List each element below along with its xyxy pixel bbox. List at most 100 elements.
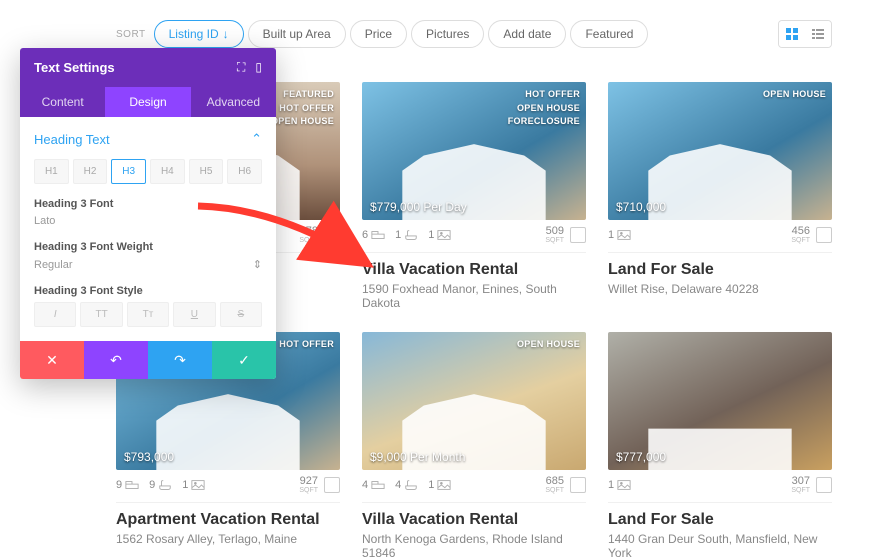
sort-option-price[interactable]: Price bbox=[350, 20, 407, 48]
sort-option-listing-id[interactable]: Listing ID↓ bbox=[154, 20, 244, 48]
font-style-row: I TT Tт U S bbox=[34, 302, 262, 327]
listing-address: 1440 Gran Deur South, Mansfield, New Yor… bbox=[608, 532, 832, 560]
listing-meta: 1 456SQFT bbox=[608, 220, 832, 253]
floorplan-icon[interactable] bbox=[570, 227, 586, 243]
text-settings-panel: Text Settings ⛶ ▯ Content Design Advance… bbox=[20, 48, 276, 379]
style-strike[interactable]: S bbox=[220, 302, 262, 327]
updown-icon: ⇕ bbox=[253, 258, 262, 271]
listing-address: 1562 Rosary Alley, Terlago, Maine bbox=[116, 532, 340, 546]
listing-photo[interactable]: OPEN HOUSE $9,000 Per Month bbox=[362, 332, 586, 470]
beds-meta: 6 bbox=[362, 229, 385, 241]
listing-badge: HOT OFFER bbox=[279, 338, 334, 352]
sqft-value: 685SQFT bbox=[545, 476, 564, 494]
listing-badge: OPEN HOUSE bbox=[271, 115, 334, 129]
listing-title[interactable]: Villa Vacation Rental bbox=[362, 261, 586, 279]
listing-price: $710,000 bbox=[616, 200, 666, 214]
listing-card[interactable]: OPEN HOUSE $710,000 1 456SQFT Land For S… bbox=[608, 82, 832, 310]
style-uppercase[interactable]: TT bbox=[80, 302, 122, 327]
photos-meta: 1 bbox=[428, 479, 451, 491]
listing-card[interactable]: OPEN HOUSE $9,000 Per Month 4 4 1 685SQF… bbox=[362, 332, 586, 560]
panel-tabs: Content Design Advanced bbox=[20, 87, 276, 117]
listing-title[interactable]: Villa Vacation Rental bbox=[362, 511, 586, 529]
heading-level-row: H1 H2 H3 H4 H5 H6 bbox=[34, 159, 262, 184]
listing-price: $9,000 Per Month bbox=[370, 450, 465, 464]
font-select[interactable]: Lato bbox=[34, 215, 262, 227]
cancel-button[interactable]: ✕ bbox=[20, 341, 84, 379]
listing-price: $777,000 bbox=[616, 450, 666, 464]
photos-meta: 1 bbox=[428, 229, 451, 241]
listing-badge: OPEN HOUSE bbox=[508, 102, 580, 116]
weight-select[interactable]: Regular⇕ bbox=[34, 258, 262, 271]
heading-h2[interactable]: H2 bbox=[73, 159, 108, 184]
baths-meta: 1 bbox=[395, 229, 418, 241]
tab-design[interactable]: Design bbox=[105, 87, 190, 117]
sqft-value: 78SQFT bbox=[299, 226, 318, 244]
style-label: Heading 3 Font Style bbox=[34, 285, 262, 297]
sqft-value: 456SQFT bbox=[791, 226, 810, 244]
listing-title[interactable]: Land For Sale bbox=[608, 511, 832, 529]
panel-header[interactable]: Text Settings ⛶ ▯ bbox=[20, 48, 276, 87]
view-grid-button[interactable] bbox=[779, 21, 805, 47]
heading-h4[interactable]: H4 bbox=[150, 159, 185, 184]
listing-address: 1590 Foxhead Manor, Enines, South Dakota bbox=[362, 282, 586, 310]
listing-meta: 6 1 1 509SQFT bbox=[362, 220, 586, 253]
confirm-button[interactable]: ✓ bbox=[212, 341, 276, 379]
listing-badge: FEATURED bbox=[271, 88, 334, 102]
listing-price: $779,000 Per Day bbox=[370, 200, 467, 214]
listing-title[interactable]: Land For Sale bbox=[608, 261, 832, 279]
listing-photo[interactable]: HOT OFFEROPEN HOUSEFORECLOSURE $779,000 … bbox=[362, 82, 586, 220]
listing-card[interactable]: $777,000 1 307SQFT Land For Sale 1440 Gr… bbox=[608, 332, 832, 560]
heading-h1[interactable]: H1 bbox=[34, 159, 69, 184]
sqft-value: 509SQFT bbox=[545, 226, 564, 244]
photos-meta: 1 bbox=[608, 479, 631, 491]
expand-icon[interactable]: ⛶ bbox=[237, 60, 245, 75]
beds-meta: 4 bbox=[362, 479, 385, 491]
section-heading-text[interactable]: Heading Text ⌃ bbox=[34, 131, 262, 147]
sort-option-area[interactable]: Built up Area bbox=[248, 20, 346, 48]
font-label: Heading 3 Font bbox=[34, 198, 262, 210]
chevron-up-icon: ⌃ bbox=[251, 131, 262, 147]
floorplan-icon[interactable] bbox=[816, 227, 832, 243]
sort-option-pictures[interactable]: Pictures bbox=[411, 20, 484, 48]
listing-meta: 9 9 1 927SQFT bbox=[116, 470, 340, 503]
redo-button[interactable]: ↷ bbox=[148, 341, 212, 379]
floorplan-icon[interactable] bbox=[324, 227, 340, 243]
view-list-button[interactable] bbox=[805, 21, 831, 47]
photos-meta: 1 bbox=[182, 479, 205, 491]
style-capitalize[interactable]: Tт bbox=[127, 302, 169, 327]
panel-footer: ✕ ↶ ↷ ✓ bbox=[20, 341, 276, 379]
listing-address: Willet Rise, Delaware 40228 bbox=[608, 282, 832, 296]
sort-arrow-icon: ↓ bbox=[223, 27, 229, 41]
heading-h3[interactable]: H3 bbox=[111, 159, 146, 184]
floorplan-icon[interactable] bbox=[570, 477, 586, 493]
heading-h6[interactable]: H6 bbox=[227, 159, 262, 184]
sqft-value: 307SQFT bbox=[791, 476, 810, 494]
listing-meta: 1 307SQFT bbox=[608, 470, 832, 503]
listing-badge: OPEN HOUSE bbox=[763, 88, 826, 102]
view-toggle bbox=[778, 20, 832, 48]
floorplan-icon[interactable] bbox=[816, 477, 832, 493]
floorplan-icon[interactable] bbox=[324, 477, 340, 493]
listing-card[interactable]: HOT OFFEROPEN HOUSEFORECLOSURE $779,000 … bbox=[362, 82, 586, 310]
listing-address: North Kenoga Gardens, Rhode Island 51846 bbox=[362, 532, 586, 560]
style-italic[interactable]: I bbox=[34, 302, 76, 327]
listing-badge: HOT OFFER bbox=[508, 88, 580, 102]
listing-badge: OPEN HOUSE bbox=[517, 338, 580, 352]
tab-content[interactable]: Content bbox=[20, 87, 105, 117]
undo-button[interactable]: ↶ bbox=[84, 341, 148, 379]
heading-h5[interactable]: H5 bbox=[189, 159, 224, 184]
listing-price: $793,000 bbox=[124, 450, 174, 464]
sort-bar: SORT Listing ID↓ Built up Area Price Pic… bbox=[116, 20, 652, 48]
columns-icon[interactable]: ▯ bbox=[255, 60, 262, 75]
baths-meta: 4 bbox=[395, 479, 418, 491]
style-underline[interactable]: U bbox=[173, 302, 215, 327]
panel-title: Text Settings bbox=[34, 60, 115, 75]
listing-meta: 4 4 1 685SQFT bbox=[362, 470, 586, 503]
photos-meta: 1 bbox=[608, 229, 631, 241]
listing-title[interactable]: Apartment Vacation Rental bbox=[116, 511, 340, 529]
listing-photo[interactable]: $777,000 bbox=[608, 332, 832, 470]
sort-option-add-date[interactable]: Add date bbox=[488, 20, 566, 48]
listing-photo[interactable]: OPEN HOUSE $710,000 bbox=[608, 82, 832, 220]
sort-option-featured[interactable]: Featured bbox=[570, 20, 648, 48]
tab-advanced[interactable]: Advanced bbox=[191, 87, 276, 117]
